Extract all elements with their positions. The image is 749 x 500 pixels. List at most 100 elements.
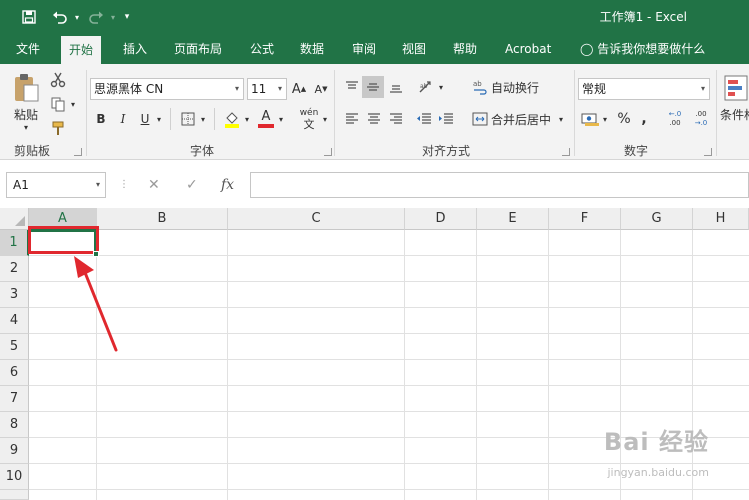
- wrap-text-button[interactable]: 自动换行: [490, 76, 540, 98]
- customize-quick-access-icon[interactable]: ▾: [120, 7, 134, 27]
- font-color-icon: A: [261, 109, 271, 124]
- column-header-b[interactable]: B: [97, 208, 228, 230]
- merge-dropdown-icon[interactable]: ▾: [556, 108, 566, 130]
- italic-button[interactable]: I: [114, 108, 132, 130]
- wrap-text-icon[interactable]: ab: [470, 76, 490, 98]
- row-header-6[interactable]: 6: [0, 360, 29, 386]
- format-painter-icon[interactable]: [48, 118, 68, 138]
- tab-home[interactable]: 开始: [61, 36, 102, 64]
- font-launcher-icon[interactable]: [324, 148, 332, 156]
- formula-input[interactable]: [250, 172, 749, 198]
- align-middle-icon[interactable]: [362, 76, 384, 98]
- increase-decimal-button[interactable]: ←.0.00: [664, 108, 686, 130]
- column-header-d[interactable]: D: [405, 208, 477, 230]
- tab-insert[interactable]: 插入: [115, 34, 155, 64]
- tab-help[interactable]: 帮助: [445, 34, 485, 64]
- row-header-8[interactable]: 8: [0, 412, 29, 438]
- row-header-11[interactable]: [0, 490, 29, 500]
- alignment-launcher-icon[interactable]: [562, 148, 570, 156]
- tab-formulas[interactable]: 公式: [242, 34, 282, 64]
- row-header-3[interactable]: 3: [0, 282, 29, 308]
- fill-color-dropdown-icon[interactable]: ▾: [242, 108, 252, 130]
- decrease-decimal-button[interactable]: .00 →.0: [690, 108, 712, 130]
- copy-icon[interactable]: [48, 94, 68, 114]
- borders-icon[interactable]: [178, 108, 198, 130]
- font-name-select[interactable]: 思源黑体 CN ▾: [90, 78, 244, 100]
- orientation-dropdown-icon[interactable]: ▾: [436, 76, 446, 98]
- cut-icon[interactable]: [48, 70, 68, 90]
- orientation-icon[interactable]: ab: [416, 76, 436, 98]
- fill-color-icon[interactable]: [222, 108, 242, 130]
- merge-center-button[interactable]: 合并后居中: [490, 108, 552, 130]
- undo-dropdown-icon[interactable]: ▾: [72, 7, 82, 27]
- chevron-down-icon: ▾: [277, 84, 282, 93]
- conditional-formatting-label[interactable]: 条件格: [720, 106, 749, 122]
- bold-button[interactable]: B: [92, 108, 110, 130]
- tell-me-search[interactable]: ◯ 告诉我你想要做什么: [572, 34, 713, 64]
- phonetic-dropdown-icon[interactable]: ▾: [320, 108, 330, 130]
- column-header-e[interactable]: E: [477, 208, 549, 230]
- conditional-formatting-icon[interactable]: [722, 72, 749, 104]
- underline-dropdown-icon[interactable]: ▾: [154, 108, 164, 130]
- paste-dropdown-icon[interactable]: ▾: [18, 122, 34, 132]
- merge-center-icon[interactable]: [470, 108, 490, 130]
- align-top-icon[interactable]: [342, 76, 362, 98]
- tab-data[interactable]: 数据: [292, 34, 332, 64]
- accounting-dropdown-icon[interactable]: ▾: [600, 108, 610, 130]
- group-divider: [574, 70, 575, 156]
- tab-review[interactable]: 审阅: [344, 34, 384, 64]
- align-right-icon[interactable]: [386, 108, 406, 130]
- phonetic-guide-button[interactable]: wén 文: [298, 106, 320, 132]
- font-size-select[interactable]: 11 ▾: [247, 78, 287, 100]
- row-header-7[interactable]: 7: [0, 386, 29, 412]
- column-header-g[interactable]: G: [621, 208, 693, 230]
- row-header-4[interactable]: 4: [0, 308, 29, 334]
- cancel-icon[interactable]: ✕: [148, 172, 160, 198]
- insert-function-icon[interactable]: fx: [221, 172, 234, 198]
- clipboard-launcher-icon[interactable]: [74, 148, 82, 156]
- increase-font-size-button[interactable]: A ▲: [290, 78, 308, 100]
- font-color-dropdown-icon[interactable]: ▾: [276, 108, 286, 130]
- name-box[interactable]: A1 ▾: [6, 172, 106, 198]
- row-header-1[interactable]: 1: [0, 230, 29, 256]
- align-center-icon[interactable]: [364, 108, 384, 130]
- align-left-icon[interactable]: [342, 108, 362, 130]
- row-header-2[interactable]: 2: [0, 256, 29, 282]
- number-group-label: 数字: [624, 144, 649, 158]
- increase-indent-icon[interactable]: [436, 108, 456, 130]
- align-bottom-icon[interactable]: [386, 76, 406, 98]
- font-color-swatch: [258, 124, 274, 128]
- tab-acrobat[interactable]: Acrobat: [497, 34, 559, 64]
- enter-icon[interactable]: ✓: [186, 172, 198, 198]
- copy-dropdown-icon[interactable]: ▾: [68, 98, 78, 110]
- gridline: [29, 333, 749, 334]
- paste-button-label[interactable]: 粘贴: [10, 106, 42, 122]
- borders-dropdown-icon[interactable]: ▾: [198, 108, 208, 130]
- percent-style-button[interactable]: %: [614, 108, 634, 130]
- column-header-h[interactable]: H: [693, 208, 749, 230]
- paste-icon[interactable]: [10, 72, 42, 104]
- decrease-indent-icon[interactable]: [414, 108, 434, 130]
- accounting-format-icon[interactable]: [580, 108, 600, 130]
- redo-dropdown-icon[interactable]: ▾: [108, 7, 118, 27]
- decrease-font-size-button[interactable]: A ▼: [312, 78, 330, 100]
- column-header-c[interactable]: C: [228, 208, 405, 230]
- font-color-button[interactable]: A: [256, 108, 276, 130]
- row-header-10[interactable]: 10: [0, 464, 29, 490]
- row-header-9[interactable]: 9: [0, 438, 29, 464]
- tab-view[interactable]: 视图: [394, 34, 434, 64]
- comma-style-button[interactable]: ,: [636, 108, 652, 130]
- select-all-button[interactable]: [0, 208, 29, 230]
- lightbulb-icon: ◯: [580, 42, 594, 56]
- tab-page-layout[interactable]: 页面布局: [166, 34, 230, 64]
- underline-button[interactable]: U: [136, 108, 154, 130]
- undo-icon[interactable]: [48, 7, 72, 27]
- number-format-select[interactable]: 常规 ▾: [578, 78, 710, 100]
- title-bar: ▾ ▾ ▾ 工作簿1 - Excel: [0, 0, 749, 34]
- column-header-f[interactable]: F: [549, 208, 621, 230]
- save-icon[interactable]: [18, 7, 40, 27]
- row-header-5[interactable]: 5: [0, 334, 29, 360]
- tab-file[interactable]: 文件: [8, 34, 48, 64]
- number-launcher-icon[interactable]: [704, 148, 712, 156]
- redo-icon[interactable]: [84, 7, 108, 27]
